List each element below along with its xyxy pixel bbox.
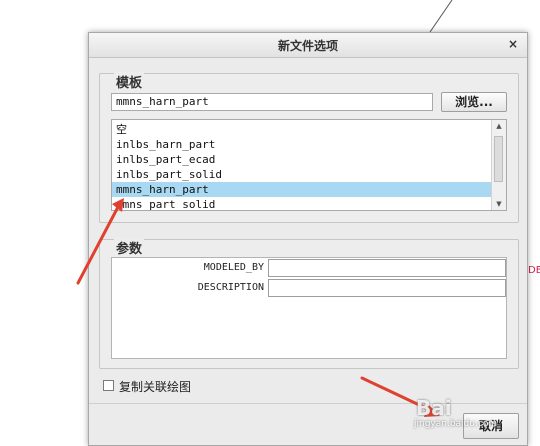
cancel-button[interactable]: 取消: [463, 413, 519, 439]
param-label-modeled-by: MODELED_BY: [203, 262, 264, 273]
param-label-description: DESCRIPTION: [197, 282, 264, 293]
list-item[interactable]: inlbs_harn_part: [112, 137, 492, 152]
background-edge-text: DE: [528, 265, 540, 276]
list-item[interactable]: inlbs_part_ecad: [112, 152, 492, 167]
list-item[interactable]: mmns_part_solid: [112, 197, 492, 210]
dialog-titlebar[interactable]: 新文件选项 ×: [89, 33, 527, 58]
list-item[interactable]: inlbs_part_solid: [112, 167, 492, 182]
description-field[interactable]: [268, 279, 506, 297]
list-item[interactable]: 空: [112, 122, 492, 137]
dialog-title: 新文件选项: [277, 39, 338, 53]
template-input[interactable]: mmns_harn_part: [111, 93, 433, 111]
modeled-by-field[interactable]: [268, 259, 506, 277]
scroll-down-icon[interactable]: ▼: [492, 198, 506, 210]
copy-drawing-checkbox[interactable]: [103, 380, 114, 391]
copy-drawing-label: 复制关联绘图: [119, 380, 192, 394]
new-file-options-dialog: 新文件选项 × 模板 mmns_harn_part 浏览... 空 inlbs_…: [88, 32, 528, 446]
browse-button[interactable]: 浏览...: [441, 92, 507, 112]
list-item-selected[interactable]: mmns_harn_part: [112, 182, 492, 197]
scroll-up-icon[interactable]: ▲: [492, 120, 506, 132]
params-group-title: 参数: [114, 238, 145, 257]
scroll-thumb[interactable]: [494, 136, 503, 182]
template-listbox[interactable]: 空 inlbs_harn_part inlbs_part_ecad inlbs_…: [111, 119, 507, 211]
close-icon[interactable]: ×: [505, 36, 521, 52]
params-table: MODELED_BY DESCRIPTION: [111, 257, 507, 359]
template-group-title: 模板: [114, 72, 145, 91]
list-scrollbar[interactable]: ▲ ▼: [491, 120, 506, 210]
footer-divider: [89, 403, 527, 404]
